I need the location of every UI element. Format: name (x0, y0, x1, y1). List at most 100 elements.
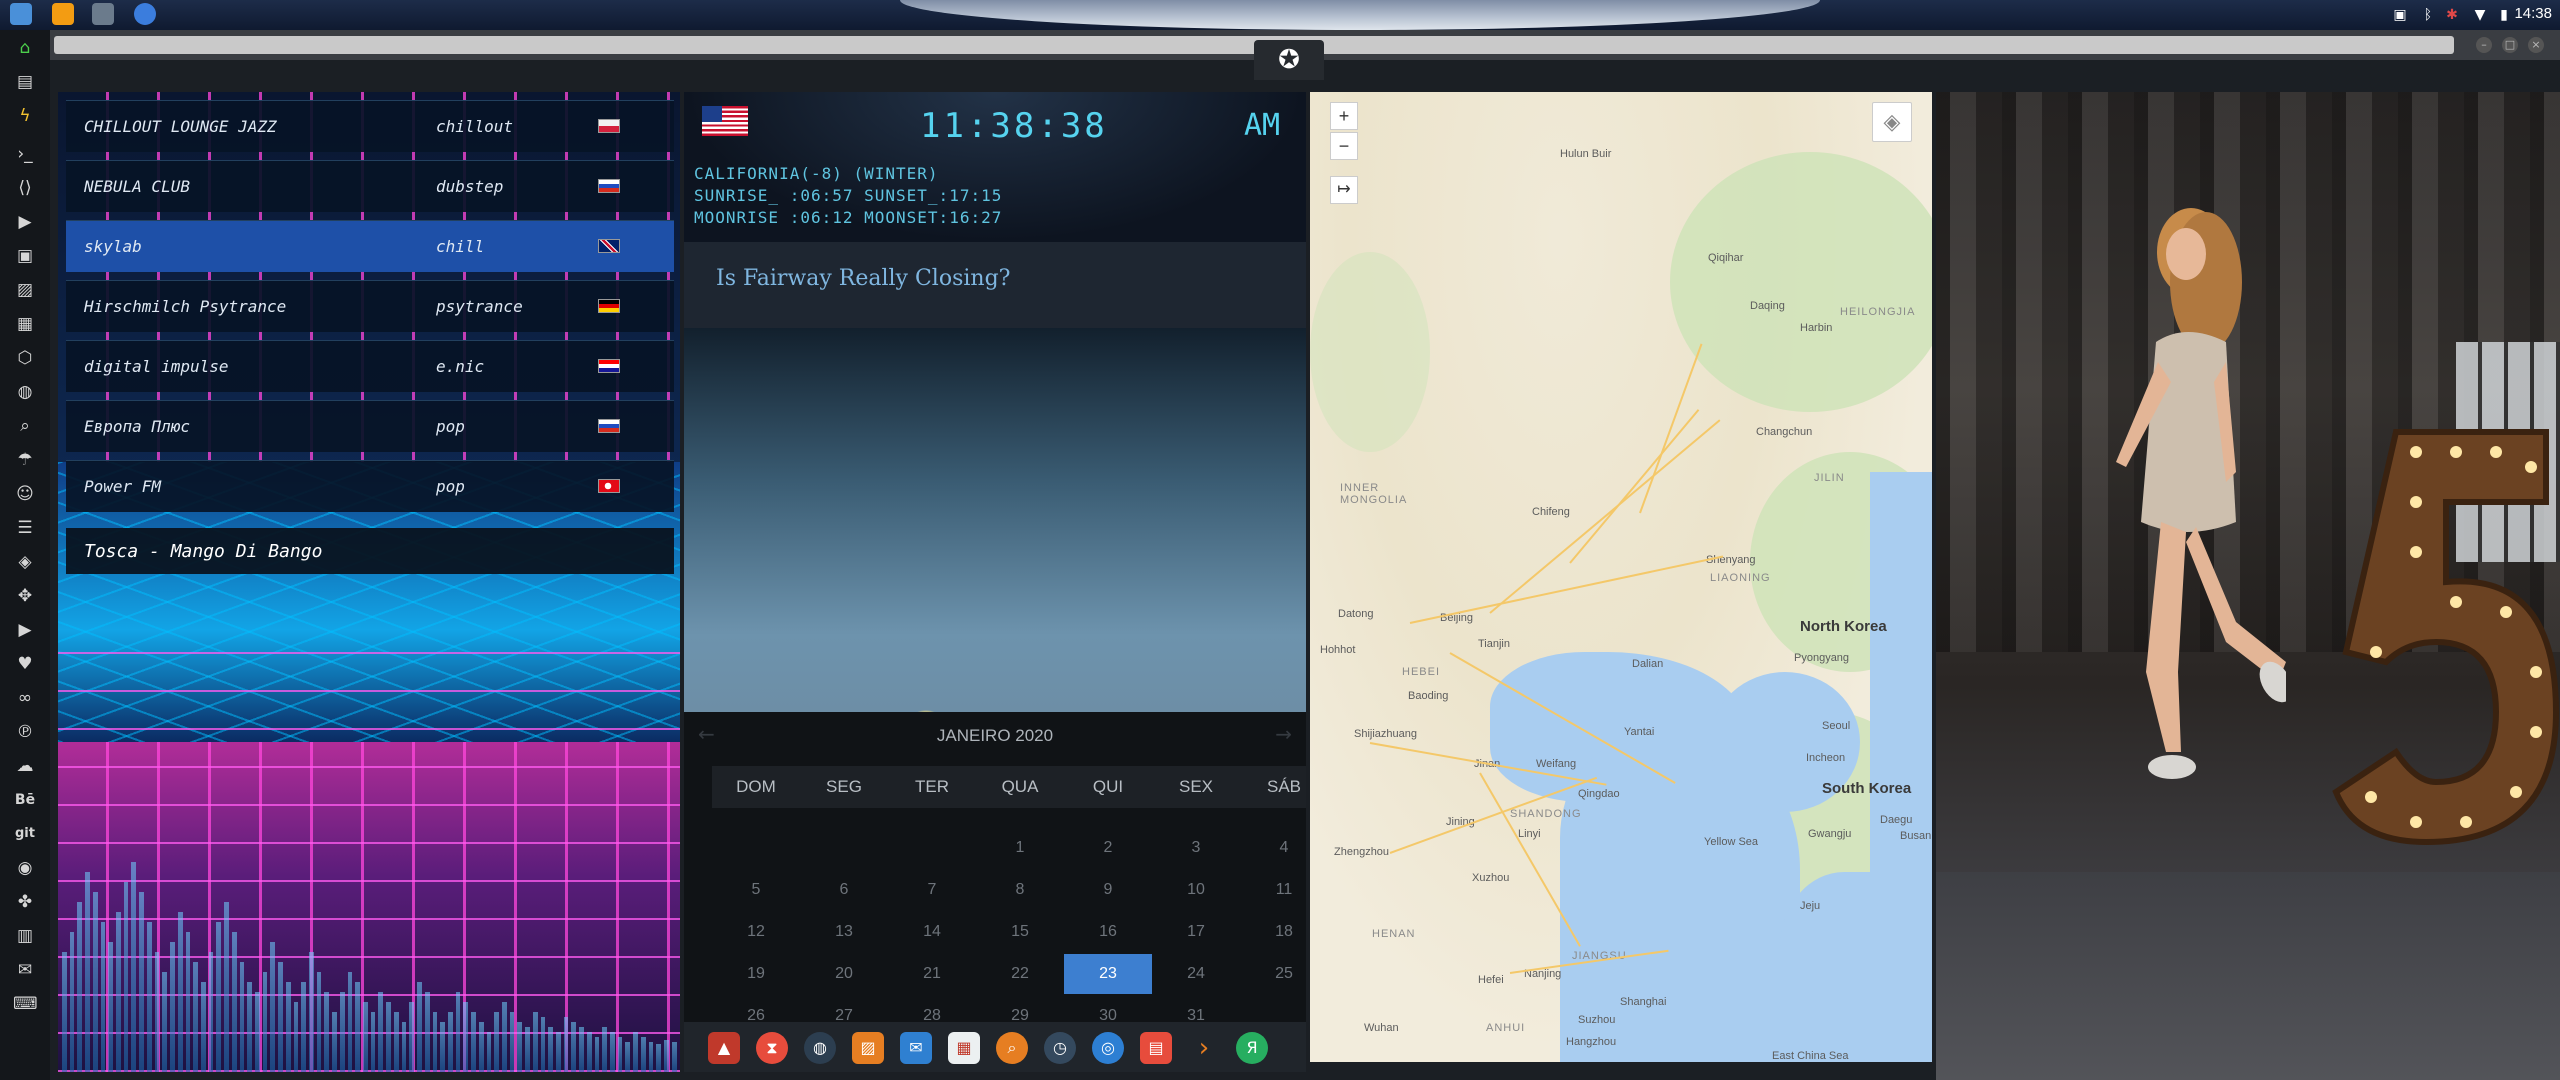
calendar-day[interactable]: 17 (1152, 912, 1240, 952)
calendar-day[interactable]: 15 (976, 912, 1064, 952)
calendar-day[interactable]: 7 (888, 870, 976, 910)
news-app-icon[interactable]: ▦ (948, 1032, 980, 1064)
calendar-day[interactable]: 25 (1240, 954, 1306, 994)
contact-icon[interactable]: ☺ (13, 482, 37, 506)
map-panel[interactable]: + − ↦ ◈ North Korea South Korea INNER MONG… (1310, 92, 1932, 1062)
hourglass-icon[interactable]: ⧗ (756, 1032, 788, 1064)
earth-icon[interactable]: ◍ (804, 1032, 836, 1064)
calendar-day[interactable]: 10 (1152, 870, 1240, 910)
document-icon[interactable]: ▤ (13, 70, 37, 94)
expand-icon[interactable]: ✥ (13, 584, 37, 608)
visualizer-bar (540, 1017, 546, 1072)
calendar-today[interactable]: 23 (1064, 954, 1152, 994)
calendar-day[interactable]: 16 (1064, 912, 1152, 952)
image-tray-icon[interactable]: ▣ (2392, 7, 2408, 23)
globe-icon[interactable]: ◍ (13, 380, 37, 404)
calendar-day[interactable]: 12 (712, 912, 800, 952)
launchpad-icon[interactable]: ▲ (708, 1032, 740, 1064)
bluetooth-icon[interactable]: ᛒ (2420, 7, 2436, 23)
calendar-day[interactable]: 4 (1240, 828, 1306, 868)
chrome-launcher-icon[interactable] (134, 3, 156, 25)
rebel-alliance-icon[interactable]: ✪ (1254, 40, 1324, 80)
fullscreen-button[interactable]: ↦ (1330, 176, 1358, 204)
station-row[interactable]: skylab chill (66, 220, 674, 272)
news-icon[interactable]: ▦ (13, 312, 37, 336)
terminal-icon[interactable]: ›_ (13, 142, 37, 166)
photos-icon[interactable]: ▨ (852, 1032, 884, 1064)
cloud-icon[interactable]: ☁ (13, 754, 37, 778)
youtube-icon[interactable]: ▶ (13, 618, 37, 642)
close-button[interactable]: × (2528, 37, 2544, 53)
magnifier-icon[interactable]: ⌕ (996, 1032, 1028, 1064)
layers-icon[interactable]: ◈ (1872, 102, 1912, 142)
tag-icon[interactable]: ◈ (13, 550, 37, 574)
calendar-day[interactable]: 11 (1240, 870, 1306, 910)
heart-icon[interactable]: ♥ (13, 652, 37, 676)
image-icon[interactable]: ▨ (13, 278, 37, 302)
home-icon[interactable]: ⌂ (13, 36, 37, 60)
calendar-day[interactable]: 19 (712, 954, 800, 994)
wifi-icon[interactable]: ▼ (2472, 7, 2488, 23)
map-label-incheon: Incheon (1806, 752, 1846, 764)
video-icon[interactable]: ▣ (13, 244, 37, 268)
outlook-icon[interactable]: ✉ (900, 1032, 932, 1064)
calendar-day[interactable]: 9 (1064, 870, 1152, 910)
maximize-button[interactable]: □ (2502, 37, 2518, 53)
visualizer-bar (162, 972, 168, 1072)
bug-tray-icon[interactable]: ✱ (2444, 7, 2460, 23)
calendar-day[interactable]: 1 (976, 828, 1064, 868)
lightning-icon[interactable]: ϟ (13, 104, 37, 128)
calendar-day[interactable]: 20 (800, 954, 888, 994)
hexagon-icon[interactable]: ⬡ (13, 346, 37, 370)
system-clock[interactable]: 14:38 (2514, 5, 2552, 22)
files-launcher-icon[interactable] (10, 3, 32, 25)
map-icon[interactable]: ▥ (13, 924, 37, 948)
calendar-day[interactable]: 14 (888, 912, 976, 952)
marquee-number-five (2332, 429, 2560, 846)
search-icon[interactable]: ⌕ (13, 414, 37, 438)
calendar-day[interactable]: 2 (1064, 828, 1152, 868)
zoom-in-button[interactable]: + (1330, 102, 1358, 130)
keyboard-icon[interactable]: ⌨ (13, 992, 38, 1016)
behance-icon[interactable]: Bē (13, 788, 37, 812)
news-ticker[interactable]: Is Fairway Really Closing? (684, 242, 1306, 328)
puzzle-icon[interactable]: ✤ (13, 890, 37, 914)
station-row[interactable]: digital impulse e.nic (66, 340, 674, 392)
station-row[interactable]: Европа Плюс pop (66, 400, 674, 452)
map-label-jilin: JILIN (1814, 472, 1845, 484)
calendar-day[interactable]: 3 (1152, 828, 1240, 868)
calendar-day[interactable]: 24 (1152, 954, 1240, 994)
yandex-icon[interactable]: Я (1236, 1032, 1268, 1064)
sublime-launcher-icon[interactable] (52, 3, 74, 25)
calendar-day[interactable]: 18 (1240, 912, 1306, 952)
calendar-day[interactable]: 8 (976, 870, 1064, 910)
arrow-app-icon[interactable]: › (1188, 1032, 1220, 1064)
zoom-out-button[interactable]: − (1330, 132, 1358, 160)
code-icon[interactable]: ⟨⟩ (13, 176, 37, 200)
play-icon[interactable]: ▶ (13, 210, 37, 234)
station-row[interactable]: NEBULA CLUB dubstep (66, 160, 674, 212)
terminal-launcher-icon[interactable] (92, 3, 114, 25)
github-icon[interactable]: ◉ (13, 856, 37, 880)
git-icon[interactable]: git (13, 822, 37, 846)
calendar-day[interactable]: 6 (800, 870, 888, 910)
calendar-day[interactable]: 5 (712, 870, 800, 910)
station-row[interactable]: Hirschmilch Psytrance psytrance (66, 280, 674, 332)
news-headline[interactable]: Is Fairway Really Closing? (716, 266, 1010, 291)
battery-icon[interactable]: ▮ (2496, 7, 2512, 23)
station-name: Европа Плюс (84, 417, 190, 436)
umbrella-icon[interactable]: ☂ (13, 448, 37, 472)
calendar-day[interactable]: 13 (800, 912, 888, 952)
station-row[interactable]: Power FM pop (66, 460, 674, 512)
clock-app-icon[interactable]: ◷ (1044, 1032, 1076, 1064)
lastfm-icon[interactable]: ∞ (13, 686, 37, 710)
list-icon[interactable]: ☰ (13, 516, 37, 540)
browser-globe-icon[interactable]: ◎ (1092, 1032, 1124, 1064)
calendar-app-icon[interactable]: ▤ (1140, 1032, 1172, 1064)
calendar-day[interactable]: 21 (888, 954, 976, 994)
minimize-button[interactable]: – (2476, 37, 2492, 53)
station-row[interactable]: CHILLOUT LOUNGE JAZZ chillout (66, 100, 674, 152)
calendar-day[interactable]: 22 (976, 954, 1064, 994)
mail-icon[interactable]: ✉ (13, 958, 37, 982)
pinterest-icon[interactable]: ℗ (13, 720, 37, 744)
